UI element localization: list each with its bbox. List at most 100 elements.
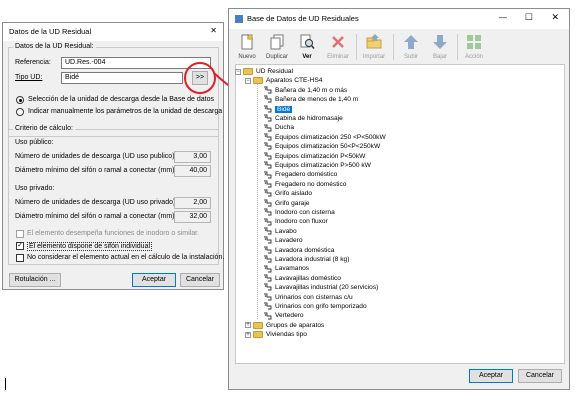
fixture-icon	[264, 227, 272, 235]
tree-item-label: Cabina de hidromasaje	[275, 115, 343, 122]
tree-item[interactable]: Grifo aislado	[263, 189, 312, 198]
fixture-icon	[264, 171, 272, 179]
tree-item[interactable]: Fregadero no doméstico	[263, 180, 346, 189]
tree-item-label: Ducha	[275, 124, 295, 132]
app-icon	[235, 15, 243, 23]
toolbar-duplicar[interactable]: Duplicar	[264, 34, 290, 60]
tree-item-label: UD Residual	[256, 68, 294, 75]
tree-item-label: Grifo garaje	[275, 199, 310, 207]
tree-item-label: Lavavajillas doméstico	[275, 274, 341, 282]
toolbar-subir[interactable]: Subir	[398, 34, 424, 60]
tree-item[interactable]: Vertedero	[263, 311, 304, 320]
tree-item-label: Fregadero no doméstico	[275, 180, 347, 188]
magnifier-icon	[300, 34, 315, 49]
tree-folder[interactable]: Grupos de aparatos	[253, 321, 324, 330]
fixture-icon	[264, 218, 272, 226]
toolbar-subir-label: Subir	[403, 54, 418, 60]
fixture-icon	[264, 312, 272, 320]
tree-item-label: Equipos climatización P<50kW	[275, 152, 366, 160]
tree-item[interactable]: Lavadora industrial (8 kg)	[263, 255, 349, 264]
fixture-icon	[264, 114, 272, 122]
tree-item[interactable]: Lavabo	[263, 227, 297, 236]
duplicate-icon	[270, 34, 284, 50]
tree-connector	[257, 83, 258, 319]
tree-item[interactable]: Lavadora doméstica	[263, 246, 334, 255]
action-grid-icon	[467, 35, 481, 49]
tree-item-label: Equipos climatización 250 <P<500kW	[275, 133, 386, 141]
fixture-icon	[264, 105, 272, 113]
tree-folder[interactable]: Aparatos CTE-HS4	[253, 76, 322, 85]
maximize-icon[interactable]: ☐	[525, 12, 533, 23]
tree-folder[interactable]: UD Residual	[243, 67, 293, 76]
toolbar-ver-label: Ver	[302, 54, 312, 60]
toolbar-nuevo[interactable]: Nuevo	[234, 33, 260, 60]
folder-icon	[253, 330, 263, 338]
tree-item-label: Viviendas tipo	[266, 331, 307, 339]
tree-item[interactable]: Equipos climatización 250 <P<500kW	[263, 133, 386, 142]
toolbar-eliminar[interactable]: Eliminar	[325, 34, 351, 60]
text-cursor	[5, 378, 6, 390]
tree-item[interactable]: Inodoro con cisterna	[263, 208, 335, 217]
tree-item[interactable]: Equipos climatización 50<P<250kW	[263, 142, 380, 151]
fixture-icon	[264, 86, 272, 94]
fixture-icon	[264, 208, 272, 216]
tree-item[interactable]: Urinarios con cisternas c/u	[263, 293, 353, 302]
tree-item-label: Grifo aislado	[275, 190, 313, 198]
tree-item-label: Bañera de 1,40 m o más	[275, 86, 348, 94]
tree-item[interactable]: Ducha	[263, 123, 294, 132]
tree-item[interactable]: Bañera de menos de 1,40 m	[263, 95, 358, 104]
fixture-icon	[264, 246, 272, 254]
right-aceptar-button[interactable]: Aceptar	[469, 369, 513, 383]
close-icon[interactable]: ✕	[551, 12, 559, 23]
toolbar-bajar[interactable]: Bajar	[427, 34, 453, 60]
tree-item[interactable]: Lavavajillas industrial (20 servicios)	[263, 283, 378, 292]
tree-item[interactable]: Equipos climatización P>500 kW	[263, 161, 371, 170]
fixture-icon	[264, 199, 272, 207]
toolbar-ver[interactable]: Ver	[294, 34, 320, 60]
tree-item-label: Bidé	[275, 105, 293, 113]
folder-icon	[253, 321, 263, 329]
fixture-icon	[264, 189, 272, 197]
toolbar-importar[interactable]: Importar	[361, 34, 387, 60]
tree-item[interactable]: Urinarios con grifo temporizado	[263, 302, 367, 311]
folder-icon	[253, 77, 263, 85]
tree-item[interactable]: Inodoro con fluxor	[263, 217, 328, 226]
fixture-icon	[264, 255, 272, 263]
right-cancelar-button[interactable]: Cancelar	[518, 369, 562, 383]
minimize-icon[interactable]: —	[499, 13, 507, 22]
tree-item[interactable]: Fregadero doméstico	[263, 170, 337, 179]
fixture-icon	[264, 161, 272, 169]
ud-tree[interactable]: − UD Residual − Aparatos CTE-HS4 Bañera de 1…	[235, 64, 565, 364]
tree-item[interactable]: Lavadero	[263, 236, 303, 245]
right-dialog-title: Base de Datos de UD Residuales	[247, 14, 359, 23]
tree-item-label: Fregadero doméstico	[275, 171, 338, 179]
tree-item-label: Lavamanos	[275, 265, 310, 273]
tree-item[interactable]: Lavamanos	[263, 264, 309, 273]
toolbar-eliminar-label: Eliminar	[327, 54, 349, 60]
tree-item[interactable]: Bañera de 1,40 m o más	[263, 86, 347, 95]
new-doc-icon	[241, 33, 254, 50]
toolbar-accion[interactable]: Acción	[461, 34, 487, 60]
fixture-icon	[264, 236, 272, 244]
tree-item-label: Inodoro con fluxor	[275, 218, 328, 226]
tree-item-label: Equipos climatización P>500 kW	[275, 162, 371, 169]
tree-item[interactable]: Equipos climatización P<50kW	[263, 152, 365, 161]
arrow-down-icon	[433, 35, 447, 49]
collapse-icon[interactable]: −	[235, 68, 241, 75]
toolbar-accion-label: Acción	[464, 54, 483, 60]
tree-item[interactable]: Bidé	[263, 105, 293, 114]
tree-folder[interactable]: Viviendas tipo	[253, 330, 307, 339]
collapse-icon[interactable]: −	[245, 77, 251, 84]
toolbar-separator-3	[457, 34, 458, 60]
fixture-icon	[264, 133, 272, 141]
tree-item[interactable]: Cabina de hidromasaje	[263, 114, 343, 123]
tree-item[interactable]: Grifo garaje	[263, 199, 309, 208]
tree-item-label: Grupos de aparatos	[266, 321, 325, 329]
fixture-icon	[264, 95, 272, 103]
tree-item[interactable]: Lavavajillas doméstico	[263, 274, 341, 283]
right-dialog-titlebar: Base de Datos de UD Residuales — ☐ ✕	[229, 9, 569, 29]
expand-icon[interactable]: +	[245, 322, 251, 329]
expand-icon[interactable]: +	[245, 331, 251, 338]
toolbar-nuevo-label: Nuevo	[238, 54, 256, 60]
toolbar-separator	[356, 34, 357, 60]
